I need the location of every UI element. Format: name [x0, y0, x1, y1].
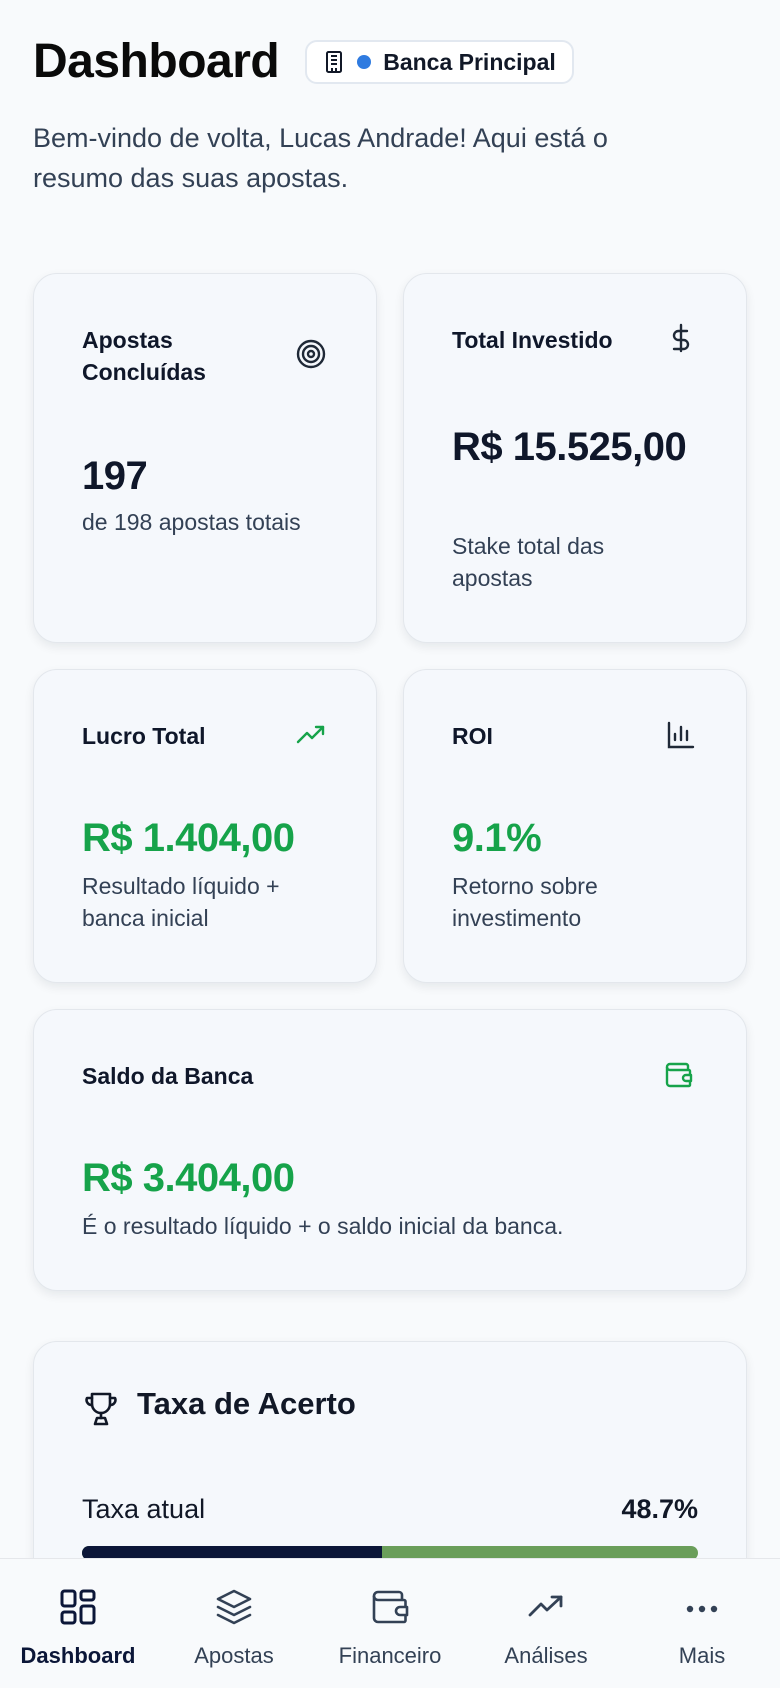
nav-label: Apostas: [194, 1643, 274, 1668]
grid-icon: [60, 1589, 96, 1625]
bank-label: Banca Principal: [383, 48, 556, 75]
more-icon: [686, 1605, 718, 1613]
trophy-icon: [85, 1392, 117, 1426]
card-description: de 198 apostas totais: [82, 509, 301, 535]
card-value: R$ 1.404,00: [82, 816, 295, 860]
card-description: Stake total das apostas: [452, 533, 605, 591]
card-value: R$ 15.525,00: [452, 425, 687, 469]
card-label: Saldo da Banca: [82, 1063, 254, 1089]
bank-status-dot: [357, 55, 372, 69]
card-roi: ROI 9.1% Retorno sobre investimento: [403, 669, 747, 983]
taxa-percentage: 48.7%: [621, 1494, 698, 1524]
nav-label: Análises: [504, 1643, 588, 1668]
bottom-navigation: Dashboard Apostas Financeiro Análises Ma…: [0, 1558, 780, 1688]
card-value: 197: [82, 454, 148, 498]
card-label: Total Investido: [452, 327, 613, 353]
card-apostas-concluidas: Apostas Concluídas 197 de 198 apostas to…: [33, 273, 377, 643]
welcome-subtitle: Bem-vindo de volta, Lucas Andrade! Aqui …: [33, 123, 608, 193]
building-icon: [326, 51, 343, 73]
card-label: ROI: [452, 723, 493, 749]
target-icon: [296, 339, 326, 369]
dollar-icon: [672, 323, 690, 353]
nav-item-financeiro[interactable]: Financeiro: [320, 1559, 460, 1688]
card-description: Retorno sobre investimento: [452, 873, 598, 931]
card-value: 9.1%: [452, 816, 542, 860]
nav-label: Mais: [678, 1643, 726, 1668]
card-saldo-banca: Saldo da Banca R$ 3.404,00 É o resultado…: [33, 1009, 747, 1291]
nav-item-analises[interactable]: Análises: [476, 1559, 616, 1688]
trending-up-icon: [528, 1595, 563, 1617]
bar-chart-icon: [667, 721, 695, 749]
dashboard-page: Dashboard Banca Principal Bem-vindo de v…: [0, 0, 780, 1688]
card-description: Resultado líquido + banca inicial: [82, 873, 280, 931]
nav-item-mais[interactable]: Mais: [632, 1559, 772, 1688]
wallet-icon: [372, 1590, 409, 1624]
card-value: R$ 3.404,00: [82, 1156, 295, 1200]
nav-item-apostas[interactable]: Apostas: [164, 1559, 304, 1688]
bank-selector[interactable]: Banca Principal: [305, 40, 574, 84]
card-total-investido: Total Investido R$ 15.525,00 Stake total…: [403, 273, 747, 643]
layers-icon: [216, 1589, 252, 1625]
nav-label: Financeiro: [338, 1643, 442, 1668]
nav-label: Dashboard: [20, 1643, 136, 1668]
card-label: Lucro Total: [82, 723, 206, 749]
card-label: Apostas Concluídas: [82, 327, 206, 385]
nav-item-dashboard[interactable]: Dashboard: [8, 1559, 148, 1688]
taxa-title: Taxa de Acerto: [137, 1386, 356, 1421]
taxa-row-label: Taxa atual: [82, 1494, 206, 1524]
page-header: Dashboard Banca Principal Bem-vindo de v…: [33, 38, 747, 198]
page-title: Dashboard: [33, 35, 280, 88]
card-lucro-total: Lucro Total R$ 1.404,00 Resultado líquid…: [33, 669, 377, 983]
trending-up-icon: [296, 725, 325, 744]
card-description: É o resultado líquido + o saldo inicial …: [82, 1213, 564, 1239]
taxa-row: Taxa atual 48.7%: [82, 1494, 698, 1525]
wallet-icon: [665, 1062, 693, 1088]
